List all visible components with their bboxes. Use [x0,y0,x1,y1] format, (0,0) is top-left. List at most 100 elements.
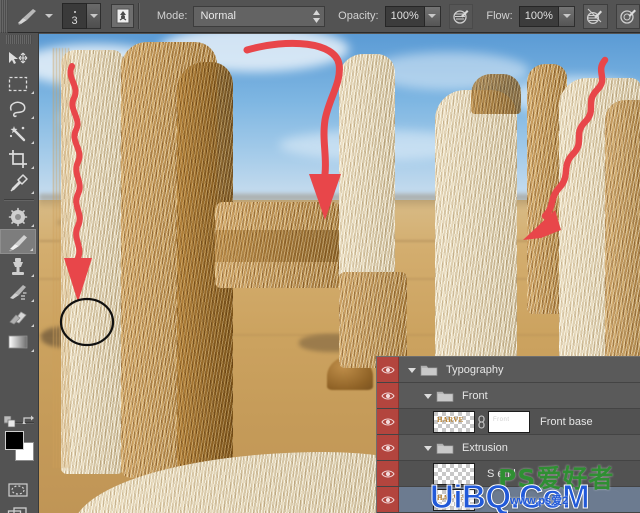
layer-mask-thumbnail[interactable]: Front [488,411,530,433]
tool-magic-wand[interactable] [0,121,36,146]
tool-brush[interactable] [0,229,36,254]
layer-thumbnail-text: HARVE [437,416,464,424]
eye-icon [381,391,395,401]
eye-icon [381,469,395,479]
brush-size-chevron-down-icon[interactable] [87,3,101,29]
layer-thumbnail[interactable]: HARVE [433,411,475,433]
opacity-input[interactable]: 100% [385,6,425,27]
tool-expand-corner-icon [31,91,34,94]
annotation-arrow-left [64,66,92,302]
tool-crop[interactable] [0,146,36,171]
options-bar: 3 Mode: Normal Opacity: [0,0,640,33]
opacity-pressure-toggle-button[interactable] [449,4,473,29]
tool-clone-stamp[interactable] [0,254,36,279]
tablet-pressure-size-button[interactable] [111,4,134,28]
tool-expand-corner-icon [31,324,34,327]
tool-spot-healing-brush[interactable] [0,204,36,229]
options-divider-1 [138,3,140,29]
tools-panel [0,33,39,513]
quick-mask-mode-button[interactable] [0,477,36,502]
layers-panel[interactable]: Typography Front [376,356,640,513]
flow-pressure-toggle-button[interactable] [616,4,640,29]
brush-preset-chevron-down-icon[interactable] [45,14,53,18]
layer-visibility-toggle[interactable] [377,383,399,408]
default-colors-icon[interactable] [4,415,14,425]
layer-row[interactable]: HARVE Front Front base [377,409,640,435]
layer-row[interactable]: Extrusion [377,435,640,461]
eye-icon [381,417,395,427]
brush-preset-picker[interactable] [14,4,38,28]
folder-icon [418,363,440,377]
layer-visibility-toggle[interactable] [377,461,399,486]
eye-icon [381,443,395,453]
opacity-label: Opacity: [338,10,378,22]
flow-chevron-down-icon[interactable] [559,6,575,27]
airbrush-toggle-button[interactable] [583,4,607,29]
layer-mask-link-icon[interactable] [475,415,488,429]
group-expand-twisty[interactable] [421,444,434,452]
annotation-ellipse [61,299,113,345]
layer-name: S end [487,468,516,480]
layer-visibility-toggle[interactable] [377,435,399,460]
flow-label: Flow: [486,10,512,22]
annotation-arrow-right [523,60,605,240]
tool-move[interactable] [0,46,36,71]
blend-mode-value: Normal [200,10,235,22]
brush-size-input[interactable]: 3 [62,3,87,29]
layer-name: Front base [540,416,593,428]
layer-mask-thumbnail-text: Front [493,417,510,423]
tool-lasso[interactable] [0,96,36,121]
swap-colors-icon[interactable] [22,414,34,426]
tool-expand-corner-icon [31,116,34,119]
blend-mode-stepper-icon [312,9,321,24]
layer-name: Front [462,390,488,402]
eye-icon [381,495,395,505]
tool-eraser[interactable] [0,304,36,329]
screen-mode-button[interactable] [0,502,36,513]
opacity-value: 100% [391,10,419,22]
flow-input[interactable]: 100% [519,6,559,27]
options-bar-grip[interactable] [0,0,8,33]
tools-panel-grip[interactable] [6,35,32,44]
mode-label: Mode: [157,10,188,22]
layer-visibility-toggle[interactable] [377,409,399,434]
layer-row[interactable]: S end [377,461,640,487]
group-expand-twisty[interactable] [421,392,434,400]
tool-expand-corner-icon [31,141,34,144]
tool-expand-corner-icon [31,274,34,277]
tool-expand-corner-icon [31,299,34,302]
tool-expand-corner-icon [31,224,34,227]
layer-thumbnail[interactable] [433,463,475,485]
layer-thumbnail-text: HARVES [437,494,468,502]
tool-expand-corner-icon [30,248,33,251]
foreground-color-swatch[interactable] [5,431,24,450]
layer-row[interactable]: Front [377,383,640,409]
tool-expand-corner-icon [31,349,34,352]
layer-visibility-toggle[interactable] [377,487,399,512]
brush-tip-dot-icon [74,11,76,13]
annotation-arrow-middle [247,43,341,220]
folder-icon [434,389,456,403]
color-swatches [0,427,36,467]
layer-row[interactable]: HARVES [377,487,640,513]
opacity-chevron-down-icon[interactable] [425,6,441,27]
layer-thumbnail[interactable]: HARVES [433,489,475,511]
tool-rectangular-marquee[interactable] [0,71,36,96]
eye-icon [381,365,395,375]
blend-mode-select[interactable]: Normal [193,6,325,27]
group-expand-twisty[interactable] [405,366,418,374]
tool-eyedropper[interactable] [0,171,36,196]
tool-gradient[interactable] [0,329,36,354]
folder-icon [434,441,456,455]
brush-size-value: 3 [71,15,77,27]
photoshop-window: 3 Mode: Normal Opacity: [0,0,640,513]
layer-name: Typography [446,364,503,376]
layer-visibility-toggle[interactable] [377,357,399,382]
layer-name: Extrusion [462,442,508,454]
tool-expand-corner-icon [31,166,34,169]
tool-expand-corner-icon [31,191,34,194]
tools-divider-1 [4,199,34,201]
flow-value: 100% [525,10,553,22]
layer-row[interactable]: Typography [377,357,640,383]
tool-history-brush[interactable] [0,279,36,304]
